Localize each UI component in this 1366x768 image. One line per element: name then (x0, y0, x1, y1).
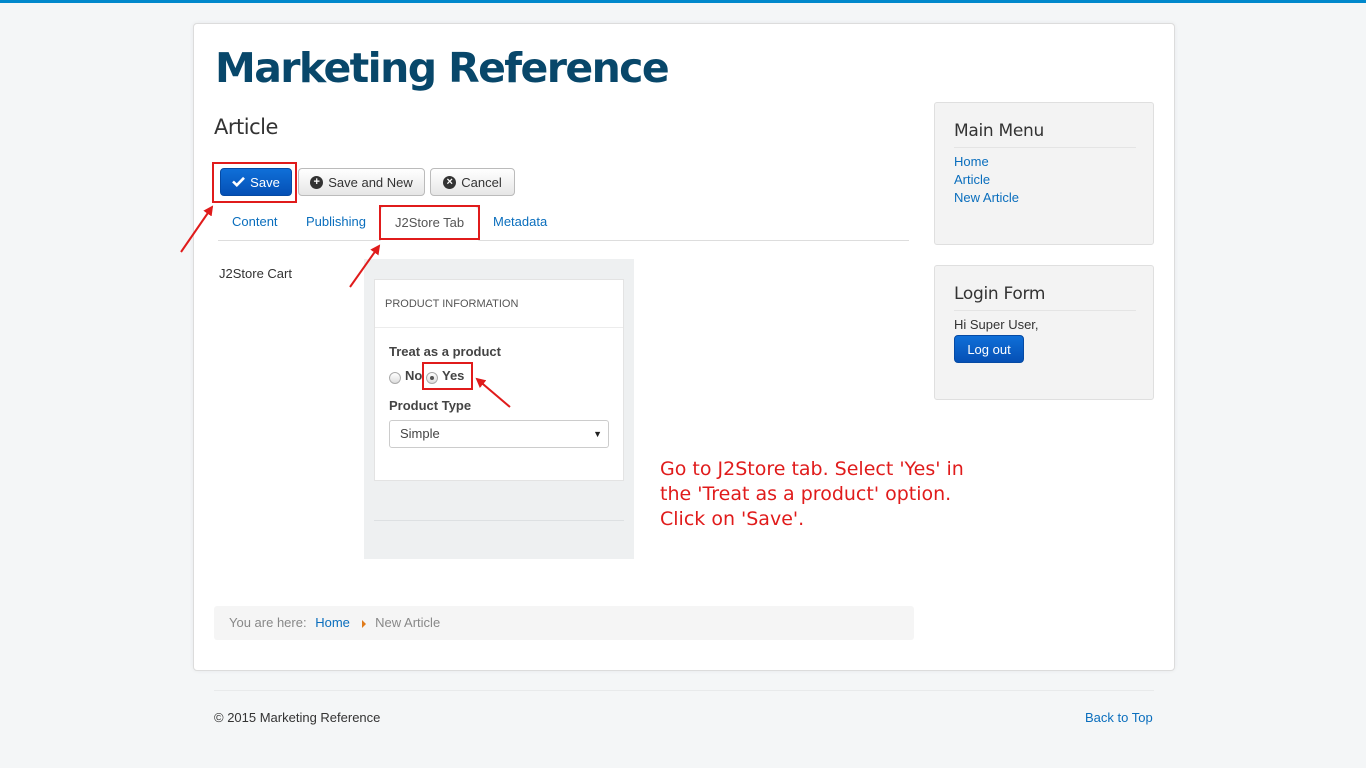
footer-copyright: © 2015 Marketing Reference (214, 710, 381, 725)
dropdown-arrow-icon: ▼ (593, 429, 602, 439)
main-menu-title: Main Menu (954, 119, 1136, 148)
logout-button[interactable]: Log out (954, 335, 1024, 363)
login-form-module: Login Form Hi Super User, Log out (934, 265, 1154, 400)
tab-metadata[interactable]: Metadata (479, 206, 561, 240)
plus-circle-icon: + (310, 175, 324, 189)
breadcrumb-current: New Article (375, 615, 441, 630)
page-heading: Article (214, 115, 278, 139)
article-tabs: Content Publishing J2Store Tab Metadata (218, 206, 909, 241)
cancel-button-label: Cancel (461, 174, 502, 190)
breadcrumb-home-link[interactable]: Home (315, 615, 350, 630)
menu-item-home[interactable]: Home (954, 154, 989, 169)
breadcrumb-separator-icon (361, 619, 366, 628)
logout-button-label: Log out (967, 341, 1011, 357)
login-greeting: Hi Super User, (954, 317, 1039, 332)
close-circle-icon: × (443, 175, 457, 189)
product-type-label: Product Type (389, 398, 472, 413)
save-button[interactable]: Save (220, 168, 292, 196)
breadcrumb: You are here: Home New Article (214, 606, 914, 640)
breadcrumb-prefix: You are here: (229, 615, 307, 630)
menu-item-new-article[interactable]: New Article (954, 190, 1019, 205)
product-type-select[interactable]: Simple ▼ (389, 420, 609, 448)
back-to-top-link[interactable]: Back to Top (1085, 710, 1153, 725)
menu-item-article[interactable]: Article (954, 172, 990, 187)
tutorial-annotation: Go to J2Store tab. Select 'Yes' in the '… (660, 458, 964, 530)
save-and-new-button[interactable]: + Save and New (298, 168, 425, 196)
treat-no-label[interactable]: No (405, 368, 422, 383)
login-form-title: Login Form (954, 282, 1136, 311)
j2store-section-label: J2Store Cart (219, 266, 292, 281)
checkmark-icon (232, 175, 246, 190)
tab-publishing[interactable]: Publishing (292, 206, 380, 240)
top-accent-bar (0, 0, 1366, 3)
treat-as-product-label: Treat as a product (389, 344, 501, 359)
save-and-new-button-label: Save and New (328, 174, 413, 190)
product-type-value: Simple (400, 426, 440, 441)
site-title[interactable]: Marketing Reference (215, 40, 670, 96)
treat-yes-radio[interactable] (426, 372, 438, 384)
panel-divider (374, 520, 624, 521)
tab-j2store[interactable]: J2Store Tab (380, 206, 480, 241)
product-information-heading: PRODUCT INFORMATION (375, 280, 623, 328)
treat-yes-label[interactable]: Yes (442, 368, 464, 383)
main-menu-module: Main Menu Home Article New Article (934, 102, 1154, 245)
cancel-button[interactable]: × Cancel (430, 168, 515, 196)
treat-no-radio[interactable] (389, 372, 401, 384)
save-button-label: Save (250, 174, 280, 190)
footer-divider (214, 690, 1154, 691)
tab-content[interactable]: Content (218, 206, 292, 240)
